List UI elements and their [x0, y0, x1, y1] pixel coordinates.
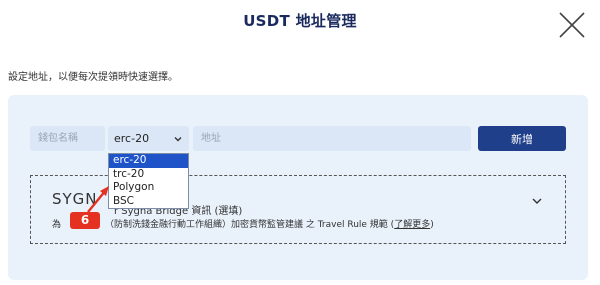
network-option-trc20[interactable]: trc-20 [109, 168, 188, 182]
instruction-text: 設定地址，以便每次提領時快速選擇。 [8, 72, 178, 83]
sygna-desc-prefix: 為 [52, 220, 62, 230]
network-select[interactable]: erc-20 [108, 126, 189, 151]
network-option-polygon[interactable]: Polygon [109, 181, 188, 195]
address-input[interactable] [193, 126, 471, 151]
network-option-erc20[interactable]: erc-20 [109, 154, 188, 168]
wallet-name-input[interactable] [30, 126, 105, 151]
network-select-value: erc-20 [114, 132, 150, 145]
step-badge: 6 [70, 212, 100, 229]
annotation-arrow-icon [87, 186, 109, 213]
expand-chevron-icon[interactable] [531, 195, 543, 207]
network-option-bsc[interactable]: BSC [109, 195, 188, 209]
sygna-desc-middle: （防制洗錢金融行動工作組織）加密貨幣監管建議 之 Travel Rule 規範 … [105, 220, 395, 230]
learn-more-link[interactable]: 了解更多 [394, 220, 430, 230]
modal-title: USDT 地址管理 [243, 12, 357, 30]
close-icon[interactable] [557, 10, 587, 40]
network-dropdown-list: erc-20 trc-20 Polygon BSC [108, 153, 189, 209]
chevron-down-icon [173, 134, 183, 144]
sygna-desc-suffix: ) [430, 220, 434, 230]
add-button[interactable]: 新增 [478, 126, 566, 151]
sygna-description: 為 （防制洗錢金融行動工作組織）加密貨幣監管建議 之 Travel Rule 規範… [52, 217, 434, 230]
